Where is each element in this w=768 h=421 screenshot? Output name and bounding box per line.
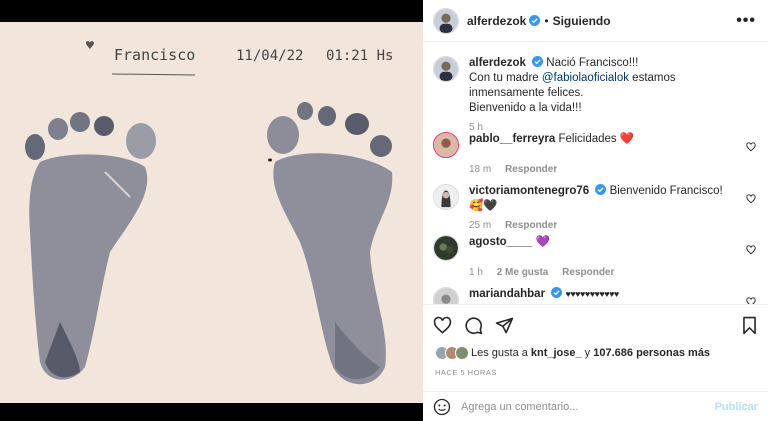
like-comment-icon[interactable]	[746, 194, 756, 204]
photo-name-text: Francisco	[114, 46, 195, 64]
caption-line-2-pre: Con tu madre	[469, 72, 542, 84]
like-comment-icon[interactable]	[746, 245, 756, 255]
more-options-icon[interactable]: •••	[736, 12, 756, 30]
comment-username[interactable]: agosto____	[469, 236, 532, 248]
likes-prefix: Les gusta a	[471, 347, 528, 359]
comment-item: agosto____ 💜 1 h 2 Me gusta Responder	[433, 235, 758, 278]
verified-badge-icon	[595, 184, 607, 195]
comment-username[interactable]: mariandahbar	[469, 288, 545, 300]
comment-meta: 18 m Responder	[469, 164, 758, 175]
comment-avatar[interactable]	[433, 132, 459, 158]
liker-avatar	[455, 346, 469, 360]
comment-text: pablo__ferreyra Felicidades ❤️	[469, 132, 739, 147]
post-side-panel: alferdezok • Siguiendo ••• alferdezok Na…	[423, 0, 768, 421]
comment-avatar[interactable]	[433, 287, 459, 304]
following-button[interactable]: Siguiendo	[553, 14, 611, 28]
author-username[interactable]: alferdezok	[467, 14, 526, 28]
comment-body: Felicidades	[558, 133, 617, 145]
author-avatar-image	[434, 8, 458, 33]
comment-body: Bienvenido Francisco!	[609, 185, 723, 197]
likes-summary: Les gusta a knt_jose_ y 107.686 personas…	[423, 345, 768, 361]
reply-button[interactable]: Responder	[505, 220, 557, 231]
author-avatar[interactable]	[433, 7, 459, 34]
likes-middle: y	[581, 347, 594, 359]
comment-input[interactable]: Agrega un comentario...	[461, 401, 715, 413]
photo-time-text: 01:21 Hs	[326, 48, 393, 64]
svg-text:♥: ♥	[85, 39, 95, 52]
action-icons-row	[423, 305, 768, 345]
comment-text: agosto____ 💜	[469, 235, 739, 250]
save-bookmark-icon[interactable]	[741, 316, 758, 335]
comment-item: pablo__ferreyra Felicidades ❤️ 18 m Resp…	[433, 132, 758, 175]
like-comment-icon[interactable]	[746, 297, 756, 304]
share-icon[interactable]	[495, 316, 514, 335]
publish-button[interactable]: Publicar	[715, 401, 758, 413]
like-comment-icon[interactable]	[746, 142, 756, 152]
caption-text: alferdezok Nació Francisco!!! Con tu mad…	[469, 56, 739, 116]
comment-time[interactable]: 1 h	[469, 267, 483, 278]
instagram-post-modal: ♥ Francisco 11/04/22 01:21 Hs alferdezok…	[0, 0, 768, 421]
post-actions-section: Les gusta a knt_jose_ y 107.686 personas…	[423, 304, 768, 421]
header-separator: •	[544, 13, 549, 28]
comment-emoji: ♥♥♥♥♥♥♥♥♥♥♥	[565, 289, 619, 299]
caption-line-3: Bienvenido a la vida!!!	[469, 102, 582, 114]
footprints-photo: ♥ Francisco 11/04/22 01:21 Hs	[0, 22, 423, 403]
comment-text: mariandahbar ♥♥♥♥♥♥♥♥♥♥♥	[469, 287, 739, 302]
comment-icon[interactable]	[464, 316, 483, 335]
comment-item: victoriamontenegro76 Bienvenido Francisc…	[433, 184, 758, 231]
comment-avatar[interactable]	[433, 235, 459, 261]
caption-mention-link[interactable]: @fabiolaoficialok	[542, 72, 629, 84]
reply-button[interactable]: Responder	[562, 267, 614, 278]
comment-emoji: 🥰🖤	[469, 200, 498, 212]
post-header: alferdezok • Siguiendo •••	[423, 0, 768, 42]
add-comment-bar: Agrega un comentario... Publicar	[423, 391, 768, 421]
comment-time[interactable]: 18 m	[469, 164, 491, 175]
comment-text: victoriamontenegro76 Bienvenido Francisc…	[469, 184, 739, 214]
verified-badge-icon	[529, 15, 541, 26]
reply-button[interactable]: Responder	[505, 164, 557, 175]
post-caption: alferdezok Nació Francisco!!! Con tu mad…	[433, 56, 758, 133]
comment-avatar[interactable]	[433, 184, 459, 210]
comment-meta: 25 m Responder	[469, 220, 758, 231]
comment-time[interactable]: 25 m	[469, 220, 491, 231]
comment-username[interactable]: victoriamontenegro76	[469, 185, 589, 197]
comment-likes-count[interactable]: 2 Me gusta	[497, 267, 549, 278]
comments-list: alferdezok Nació Francisco!!! Con tu mad…	[423, 50, 768, 304]
verified-badge-icon	[532, 56, 544, 67]
liker-username[interactable]: knt_jose_	[531, 347, 582, 359]
emoji-picker-icon[interactable]	[433, 398, 451, 416]
photo-date-text: 11/04/22	[236, 48, 303, 64]
caption-username[interactable]: alferdezok	[469, 57, 526, 69]
likes-count[interactable]: 107.686 personas más	[593, 347, 710, 359]
verified-badge-icon	[551, 287, 563, 298]
comment-emoji: ❤️	[619, 133, 635, 145]
comment-username[interactable]: pablo__ferreyra	[469, 133, 555, 145]
comment-item: mariandahbar ♥♥♥♥♥♥♥♥♥♥♥	[433, 287, 758, 304]
comment-emoji: 💜	[535, 236, 550, 248]
caption-line-1: Nació Francisco!!!	[546, 57, 639, 69]
post-timestamp[interactable]: Hace 5 horas	[423, 361, 768, 377]
comment-meta: 1 h 2 Me gusta Responder	[469, 267, 758, 278]
likers-avatars[interactable]	[435, 346, 469, 360]
post-image: ♥ Francisco 11/04/22 01:21 Hs	[0, 22, 423, 403]
like-icon[interactable]	[433, 316, 452, 335]
caption-avatar[interactable]	[433, 56, 459, 82]
